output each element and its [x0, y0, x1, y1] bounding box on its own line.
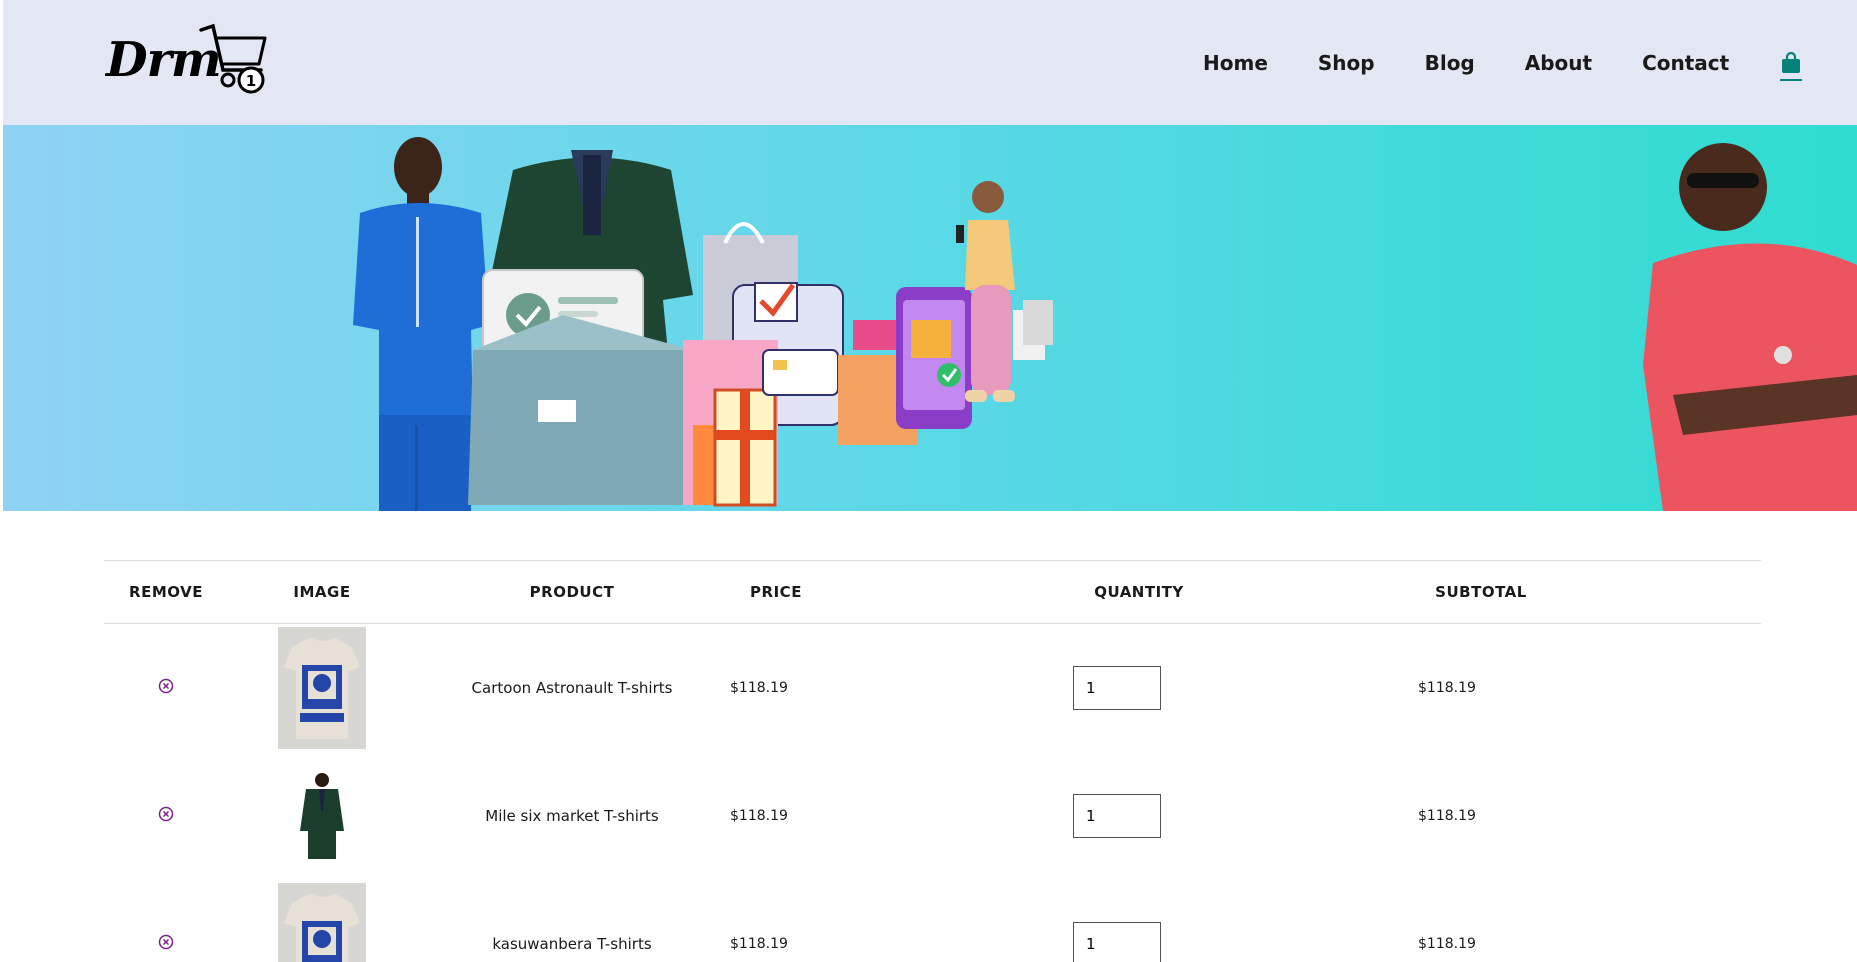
th-subtotal: SUBTOTAL	[1435, 583, 1527, 601]
product-price: $118.19	[730, 936, 788, 952]
table-row: kasuwanbera T-shirts $118.19 $118.19	[104, 880, 1761, 962]
remove-circle-x-icon	[158, 934, 174, 950]
product-subtotal: $118.19	[1418, 808, 1476, 824]
remove-circle-x-icon	[158, 678, 174, 694]
th-quantity: QUANTITY	[1094, 583, 1184, 601]
quantity-input-wrap	[1073, 922, 1161, 962]
product-image[interactable]	[278, 883, 366, 962]
product-subtotal: $118.19	[1418, 936, 1476, 952]
product-image[interactable]	[292, 771, 352, 861]
product-price: $118.19	[730, 680, 788, 696]
th-remove: REMOVE	[129, 583, 203, 601]
tshirt-original-icon	[278, 627, 366, 749]
nav-shop[interactable]: Shop	[1318, 51, 1375, 75]
product-image[interactable]	[278, 627, 366, 749]
tshirt-original-icon	[278, 883, 366, 962]
quantity-input[interactable]	[1073, 922, 1161, 962]
hero-banner	[3, 125, 1857, 511]
remove-item-button[interactable]	[158, 934, 174, 954]
quantity-input-wrap	[1073, 666, 1161, 710]
th-image: IMAGE	[293, 583, 351, 601]
product-name[interactable]: Cartoon Astronault T-shirts	[472, 679, 673, 697]
product-name[interactable]: kasuwanbera T-shirts	[492, 935, 651, 953]
cart-count-badge: 1	[246, 72, 256, 90]
remove-circle-x-icon	[158, 806, 174, 822]
main-nav: Home Shop Blog About Contact	[1183, 0, 1803, 125]
hero-illustration	[353, 137, 1857, 511]
product-subtotal: $118.19	[1418, 680, 1476, 696]
cart-table: REMOVE IMAGE PRODUCT PRICE QUANTITY SUBT…	[104, 560, 1761, 962]
th-product: PRODUCT	[529, 583, 615, 601]
nav-blog[interactable]: Blog	[1425, 51, 1475, 75]
table-row: Mile six market T-shirts $118.19 $118.19	[104, 752, 1761, 880]
table-row: Cartoon Astronault T-shirts $118.19 $118…	[104, 624, 1761, 752]
remove-item-button[interactable]	[158, 806, 174, 826]
nav-about[interactable]: About	[1525, 51, 1592, 75]
quantity-input[interactable]	[1073, 794, 1161, 838]
site-header: Drm 1 Home Shop Blog About Contact	[3, 0, 1857, 125]
quantity-input-wrap	[1073, 794, 1161, 838]
nav-contact[interactable]: Contact	[1642, 51, 1729, 75]
th-price: PRICE	[750, 583, 802, 601]
man-blue-outfit-figure	[353, 137, 489, 511]
shopping-cart-logo-icon: 1	[199, 23, 267, 94]
product-name[interactable]: Mile six market T-shirts	[485, 807, 658, 825]
table-header: REMOVE IMAGE PRODUCT PRICE QUANTITY SUBT…	[104, 560, 1761, 624]
logo[interactable]: Drm 1	[104, 22, 284, 102]
shopping-bag-icon	[1782, 51, 1801, 73]
nav-cart[interactable]	[1780, 51, 1803, 81]
remove-item-button[interactable]	[158, 678, 174, 698]
shopping-bags-illustration	[683, 222, 918, 507]
man-red-shirt-figure	[1643, 143, 1857, 511]
quantity-input[interactable]	[1073, 666, 1161, 710]
phone-illustration	[896, 287, 972, 429]
product-price: $118.19	[730, 808, 788, 824]
nav-home[interactable]: Home	[1203, 51, 1268, 75]
green-suit-icon	[292, 771, 352, 861]
